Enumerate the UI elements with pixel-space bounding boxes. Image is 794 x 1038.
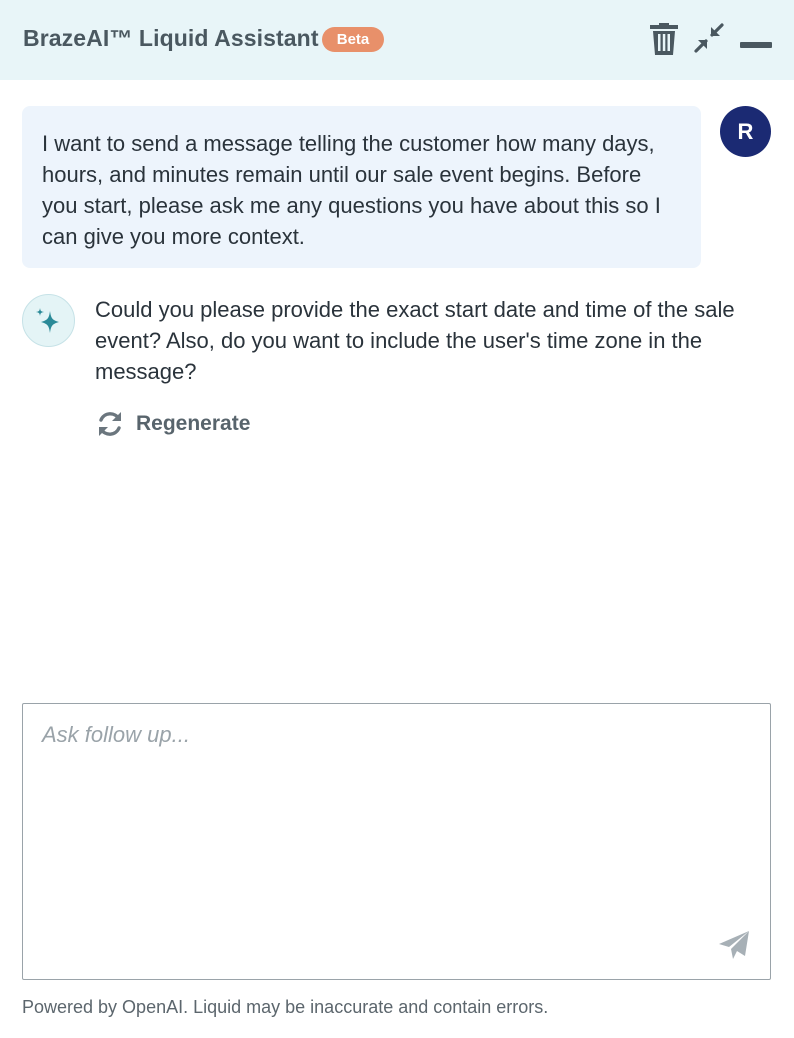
regenerate-button[interactable]: Regenerate xyxy=(96,408,250,440)
regenerate-label: Regenerate xyxy=(136,412,251,435)
sparkle-icon xyxy=(36,308,59,333)
assistant-message: Could you please provide the exact start… xyxy=(95,294,745,387)
user-avatar-initial: R xyxy=(737,119,754,144)
user-message-bubble: I want to send a message telling the cus… xyxy=(22,106,701,268)
beta-badge: Beta xyxy=(322,27,384,52)
follow-up-input[interactable] xyxy=(23,704,770,979)
assistant-message-text: Could you please provide the exact start… xyxy=(95,297,735,384)
minimize-icon[interactable] xyxy=(740,36,772,52)
trash-icon[interactable] xyxy=(650,23,678,55)
assistant-header: BrazeAI™ Liquid Assistant Beta xyxy=(0,0,794,80)
footer-disclaimer: Powered by OpenAI. Liquid may be inaccur… xyxy=(22,997,549,1017)
assistant-title: BrazeAI™ Liquid Assistant xyxy=(23,25,319,51)
follow-up-box xyxy=(22,703,771,980)
assistant-avatar xyxy=(22,294,75,347)
collapse-icon[interactable] xyxy=(694,23,724,53)
user-message-text: I want to send a message telling the cus… xyxy=(42,131,661,249)
user-avatar: R xyxy=(720,106,771,157)
refresh-icon xyxy=(99,412,121,436)
send-icon[interactable] xyxy=(718,930,750,960)
